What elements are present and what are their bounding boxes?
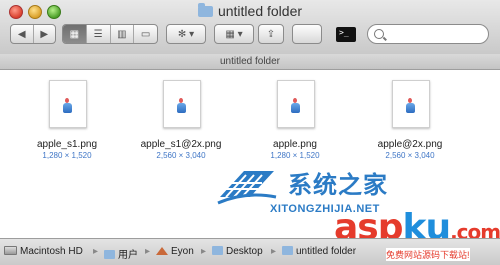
path-item-eyon[interactable]: Eyon [156,246,194,257]
png-file-icon [163,80,201,128]
tab-untitled-folder[interactable]: untitled folder [0,54,500,70]
column-view-button[interactable]: ▥ [111,25,135,43]
path-item-users[interactable]: 用户 [104,246,138,261]
png-file-icon [277,80,315,128]
hard-drive-icon [4,246,17,255]
folder-icon [212,246,223,255]
file-item[interactable]: apple_s1@2x.png 2,560 × 3,040 [126,70,236,170]
share-icon: ⇪ [266,28,276,40]
file-name: apple_s1.png [36,139,98,150]
file-item[interactable]: apple_s1.png 1,280 × 1,520 [12,70,122,170]
icon-view-button[interactable]: ▦ [63,25,87,43]
folder-icon [104,250,115,259]
file-dimensions: 1,280 × 1,520 [270,151,320,160]
png-file-icon [392,80,430,128]
action-menu-button[interactable]: ✻ ▾ [166,24,206,44]
toggle-pill-icon [293,25,321,43]
folder-icon [197,3,213,17]
file-item[interactable]: apple.png 1,280 × 1,520 [240,70,350,170]
file-dimensions: 2,560 × 3,040 [156,151,206,160]
file-item[interactable]: apple@2x.png 2,560 × 3,040 [355,70,465,170]
forward-button[interactable]: ▶ [34,25,56,43]
back-button[interactable]: ◀ [11,25,34,43]
search-input[interactable] [388,27,487,43]
back-forward-control: ◀ ▶ [10,24,56,44]
folder-icon [282,246,293,255]
path-separator: ▸ [271,246,277,257]
file-dimensions: 2,560 × 3,040 [385,151,435,160]
search-icon [374,29,384,39]
file-name: apple_s1@2x.png [140,139,222,150]
terminal-icon[interactable] [336,27,356,42]
toggle-button[interactable] [292,24,322,44]
window-title-text: untitled folder [217,3,303,19]
path-item-macintosh-hd[interactable]: Macintosh HD [4,246,83,257]
toolbar: ◀ ▶ ▦ ☰ ▥ ▭ ✻ ▾ ▦ ▾ ⇪ [0,22,500,48]
path-separator: ▸ [201,246,207,257]
view-mode-control: ▦ ☰ ▥ ▭ [62,24,158,44]
arrange-icon: ▦ ▾ [225,28,243,40]
watermark-chinese-text: 系统之家 [288,172,388,199]
window-title: untitled folder [0,3,500,19]
path-separator: ▸ [145,246,151,257]
list-view-button[interactable]: ☰ [87,25,111,43]
file-name: apple@2x.png [377,139,443,150]
path-item-desktop[interactable]: Desktop [212,246,263,257]
xitongzhijia-logo-icon [217,171,277,205]
cover-flow-button[interactable]: ▭ [134,25,157,43]
path-item-untitled-folder[interactable]: untitled folder [282,246,356,257]
png-file-icon [49,80,87,128]
file-dimensions: 1,280 × 1,520 [42,151,92,160]
share-button[interactable]: ⇪ [258,24,284,44]
toolbar-area: untitled folder ◀ ▶ ▦ ☰ ▥ ▭ ✻ ▾ ▦ ▾ ⇪ [0,0,500,55]
aspku-tagline: 免费网站源码下载站! [386,248,470,261]
finder-window: untitled folder ◀ ▶ ▦ ☰ ▥ ▭ ✻ ▾ ▦ ▾ ⇪ >_… [0,0,500,265]
home-icon [156,247,168,255]
gear-icon: ✻ ▾ [177,28,195,40]
search-field[interactable] [367,24,489,44]
arrange-menu-button[interactable]: ▦ ▾ [214,24,254,44]
path-separator: ▸ [93,246,99,257]
file-name: apple.png [273,139,317,150]
